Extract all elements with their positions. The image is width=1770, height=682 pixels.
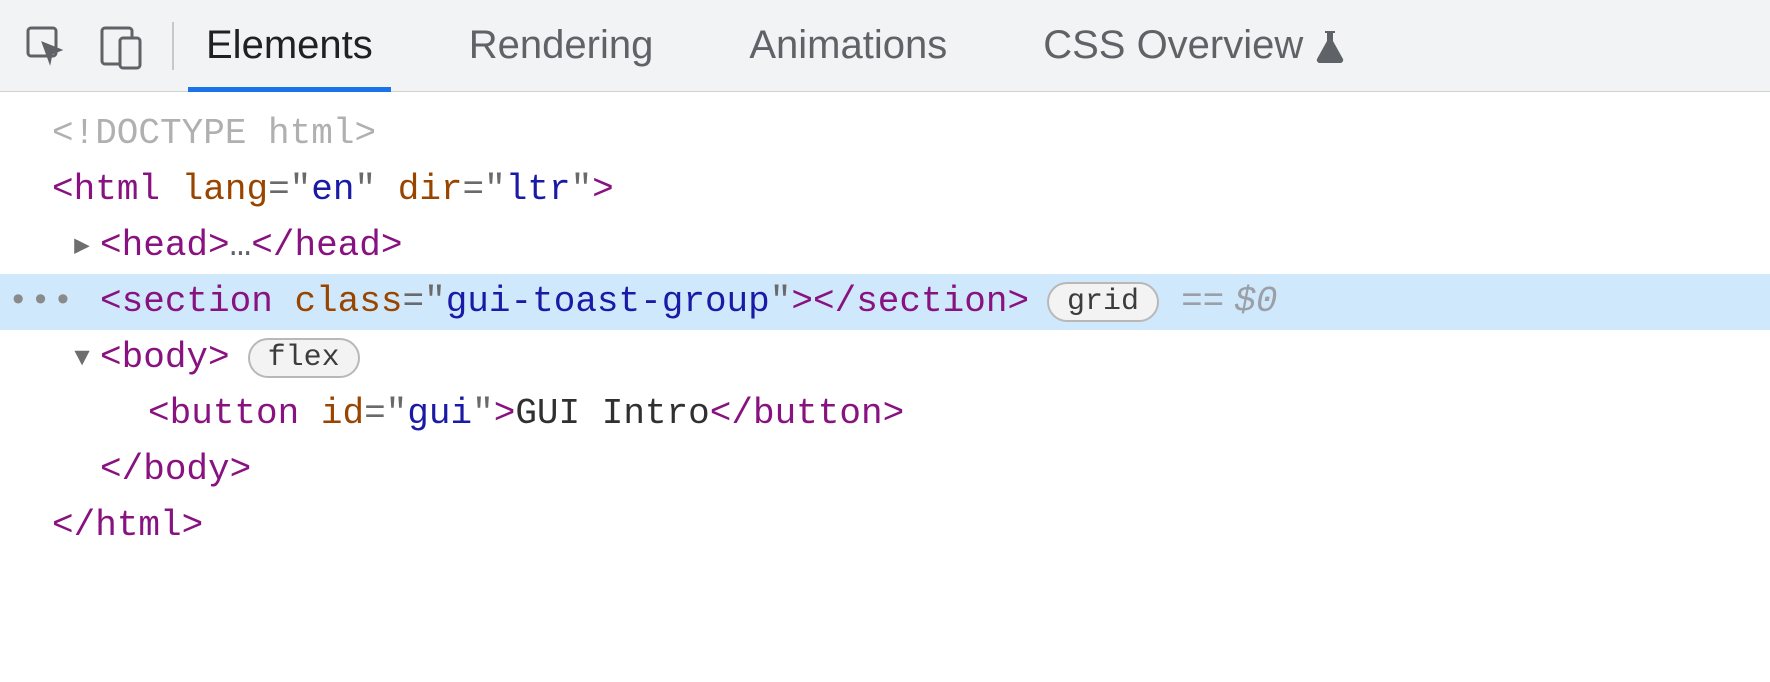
attr-name: lang xyxy=(182,162,268,218)
tab-label: Animations xyxy=(749,23,947,68)
attr-name: class xyxy=(294,274,402,330)
dom-node-html-close[interactable]: </html> xyxy=(0,498,1770,554)
dom-node-html-open[interactable]: <html lang="en" dir="ltr" > xyxy=(0,162,1770,218)
attr-name: dir xyxy=(398,162,463,218)
disclosure-triangle-collapsed-icon[interactable]: ▶ xyxy=(68,218,96,274)
tagname: section xyxy=(122,274,273,330)
toolbar-icon-group xyxy=(24,22,144,70)
tab-label: CSS Overview xyxy=(1043,23,1303,68)
panel-tabs: Elements Rendering Animations CSS Overvi… xyxy=(202,0,1349,91)
dom-node-body-close[interactable]: </body> xyxy=(0,442,1770,498)
beaker-icon xyxy=(1315,29,1345,63)
selected-node-reference: ==$0 xyxy=(1181,274,1277,330)
attr-value: en xyxy=(311,162,354,218)
tab-label: Rendering xyxy=(469,23,654,68)
attr-value: gui-toast-group xyxy=(446,274,770,330)
tagname: body xyxy=(122,330,208,386)
tab-elements[interactable]: Elements xyxy=(202,0,377,91)
collapsed-ellipsis: … xyxy=(230,218,252,274)
dom-node-doctype[interactable]: <!DOCTYPE html> xyxy=(0,106,1770,162)
layout-badge-grid[interactable]: grid xyxy=(1047,282,1159,322)
attr-value: gui xyxy=(407,386,472,442)
devtools-toolbar: Elements Rendering Animations CSS Overvi… xyxy=(0,0,1770,92)
tab-css-overview[interactable]: CSS Overview xyxy=(1039,0,1349,91)
layout-badge-flex[interactable]: flex xyxy=(248,338,360,378)
text-node: GUI Intro xyxy=(515,386,709,442)
device-toolbar-icon[interactable] xyxy=(96,22,144,70)
tagname: html xyxy=(74,162,160,218)
tagname: button xyxy=(170,386,300,442)
attr-value: ltr xyxy=(506,162,571,218)
dom-node-section-selected[interactable]: ••• <section class="gui-toast-group" ></… xyxy=(0,274,1770,330)
toolbar-separator xyxy=(172,22,174,70)
inspect-element-icon[interactable] xyxy=(24,24,68,68)
more-actions-icon[interactable]: ••• xyxy=(8,274,75,330)
tab-label: Elements xyxy=(206,23,373,68)
tagname: head xyxy=(122,218,208,274)
dom-node-head[interactable]: ▶ <head>…</head> xyxy=(0,218,1770,274)
attr-name: id xyxy=(321,386,364,442)
tab-animations[interactable]: Animations xyxy=(745,0,951,91)
disclosure-triangle-expanded-icon[interactable]: ▼ xyxy=(68,330,96,386)
dom-node-body-open[interactable]: ▼ <body> flex xyxy=(0,330,1770,386)
elements-dom-tree[interactable]: <!DOCTYPE html> <html lang="en" dir="ltr… xyxy=(0,92,1770,554)
doctype-text: <!DOCTYPE html> xyxy=(52,106,376,162)
tab-rendering[interactable]: Rendering xyxy=(465,0,658,91)
dom-node-button[interactable]: <button id="gui" > GUI Intro </button> xyxy=(0,386,1770,442)
